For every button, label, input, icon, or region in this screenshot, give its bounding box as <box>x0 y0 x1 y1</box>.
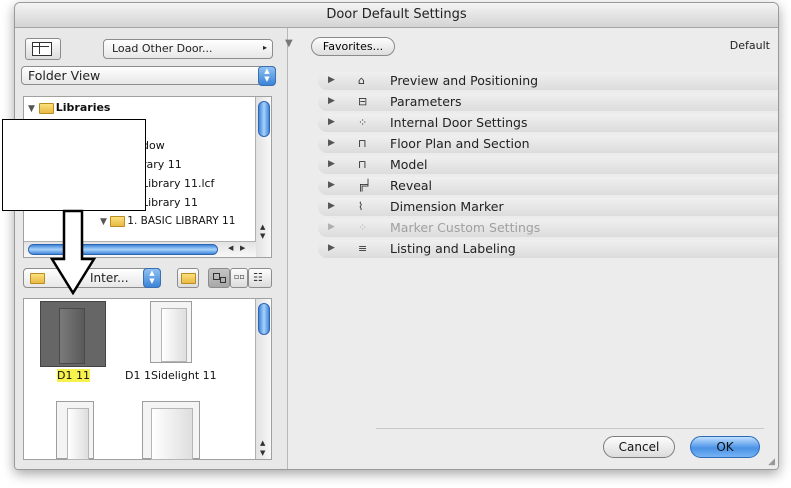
view-mode-select[interactable]: Folder View ▲ ▼ <box>21 66 276 86</box>
collapse-arrow-icon[interactable]: ▼ <box>285 38 293 49</box>
annotation-box <box>2 119 146 211</box>
section-marker-custom-settings: ▶ ⁘ Marker Custom Settings <box>318 219 778 237</box>
floor-plan-icon: ⊓ <box>358 137 367 150</box>
door-thumbnail[interactable] <box>56 401 94 460</box>
tree-item-label: 1. BASIC LIBRARY 11 <box>127 215 236 227</box>
disclosure-closed-icon: ▶ <box>328 222 335 232</box>
settings-panel: ▼ Favorites... Default ▶ ⌂ Preview and P… <box>285 28 778 469</box>
disclosure-closed-icon: ▶ <box>328 117 335 127</box>
tree-item-libraries[interactable]: ▼ Libraries <box>28 101 110 114</box>
section-internal-door-settings[interactable]: ▶ ⁘ Internal Door Settings <box>318 114 778 132</box>
tree-item[interactable]: Library 11.lcf <box>142 177 214 190</box>
door-thumbnail <box>40 301 106 367</box>
section-listing-labeling[interactable]: ▶ ≡ Listing and Labeling <box>318 240 778 258</box>
stepper-arrows-icon: ▲ ▼ <box>258 66 276 86</box>
door-objects-pane[interactable]: D1 11 D1 1Sidelight 11 ▲ ▼ <box>23 298 272 460</box>
section-label: Dimension Marker <box>390 199 504 214</box>
scroll-thumb[interactable] <box>258 303 270 335</box>
reveal-icon: ╔╛ <box>358 179 372 192</box>
enclosing-folder-button[interactable] <box>177 268 199 288</box>
section-label: Internal Door Settings <box>390 115 528 130</box>
scroll-left-arrow-icon[interactable]: ◀ <box>228 244 233 252</box>
disclosure-open-icon: ▼ <box>28 104 35 114</box>
section-label: Parameters <box>390 94 462 109</box>
disclosure-closed-icon: ▶ <box>328 138 335 148</box>
separator <box>376 428 764 429</box>
disclosure-closed-icon: ▶ <box>328 201 335 211</box>
list-view-button[interactable]: ☷ <box>248 268 272 288</box>
disclosure-open-icon: ▼ <box>100 217 107 227</box>
internal-settings-icon: ⁘ <box>358 116 368 129</box>
tree-item-label: Library 11 <box>142 196 198 209</box>
scroll-right-arrow-icon[interactable]: ▶ <box>240 244 245 252</box>
table-view-icon <box>32 42 52 56</box>
view-mode-label: Folder View <box>28 68 101 83</box>
scroll-up-arrow-icon[interactable]: ▲ <box>260 439 265 447</box>
resize-grip-icon[interactable]: ◢ <box>768 457 775 467</box>
parameters-icon: ⊟ <box>358 95 368 108</box>
section-label: Floor Plan and Section <box>390 136 530 151</box>
scroll-up-arrow-icon[interactable]: ▲ <box>260 223 265 231</box>
section-label: Preview and Positioning <box>390 73 539 88</box>
door-item-label: D1 11 <box>57 369 90 382</box>
disclosure-closed-icon: ▶ <box>328 96 335 106</box>
section-label: Model <box>390 157 428 172</box>
window-title: Door Default Settings <box>15 3 778 28</box>
listing-icon: ≡ <box>358 242 368 255</box>
objects-vertical-scrollbar[interactable]: ▲ ▼ <box>255 299 271 459</box>
section-reveal[interactable]: ▶ ╔╛ Reveal <box>318 177 778 195</box>
door-thumbnail <box>150 301 192 363</box>
disclosure-closed-icon: ▶ <box>328 243 335 253</box>
folder-icon <box>110 215 126 227</box>
ok-button[interactable]: OK <box>690 436 760 458</box>
small-icons-icon: ▫▫ <box>234 272 245 281</box>
load-other-door-label: Load Other Door... <box>112 42 213 55</box>
scroll-thumb[interactable] <box>258 101 270 137</box>
popup-arrow-icon: ▸ <box>262 43 267 52</box>
default-label: Default <box>729 39 770 52</box>
small-icons-view-button[interactable]: ▫▫ <box>230 268 248 288</box>
section-parameters[interactable]: ▶ ⊟ Parameters <box>318 93 778 111</box>
section-label: Marker Custom Settings <box>390 220 541 235</box>
tree-item[interactable]: rary 11 <box>142 158 182 171</box>
tree-vertical-scrollbar[interactable]: ▲ ▼ <box>255 97 271 257</box>
preview-icon: ⌂ <box>358 74 365 87</box>
tree-item-label: Libraries <box>55 101 111 114</box>
stepper-arrows-icon: ▲ ▼ <box>143 268 161 288</box>
scroll-down-arrow-icon[interactable]: ▼ <box>260 449 265 457</box>
favorites-button[interactable]: Favorites... <box>311 37 395 56</box>
section-preview-positioning[interactable]: ▶ ⌂ Preview and Positioning <box>318 72 778 90</box>
preview-mode-button[interactable] <box>25 38 61 60</box>
tree-item[interactable]: Library 11 <box>142 196 198 209</box>
marker-custom-icon: ⁘ <box>358 221 368 234</box>
folder-up-icon <box>181 273 196 284</box>
disclosure-closed-icon: ▶ <box>328 180 335 190</box>
tree-item-basic-library[interactable]: ▼ 1. BASIC LIBRARY 11 <box>100 215 235 227</box>
dimension-marker-icon: ⌇ <box>358 200 364 213</box>
annotation-down-arrow-icon <box>50 209 96 295</box>
folder-icon <box>38 102 54 114</box>
large-icons-view-button[interactable] <box>208 268 230 288</box>
large-icons-icon <box>213 273 220 280</box>
door-thumbnail[interactable] <box>142 401 200 460</box>
tree-item-label: rary 11 <box>142 158 182 171</box>
section-label: Reveal <box>390 178 433 193</box>
disclosure-closed-icon: ▶ <box>328 75 335 85</box>
section-model[interactable]: ▶ ⊓ Model <box>318 156 778 174</box>
disclosure-closed-icon: ▶ <box>328 159 335 169</box>
cancel-button[interactable]: Cancel <box>603 436 675 458</box>
list-view-icon: ☷ <box>253 271 263 284</box>
scroll-down-arrow-icon[interactable]: ▼ <box>260 232 265 240</box>
door-item-label: D1 1Sidelight 11 <box>125 369 217 382</box>
load-other-door-button[interactable]: Load Other Door... ▸ <box>103 39 273 59</box>
tree-item-label: Library 11.lcf <box>142 177 215 190</box>
section-floor-plan[interactable]: ▶ ⊓ Floor Plan and Section <box>318 135 778 153</box>
model-icon: ⊓ <box>358 158 367 171</box>
folder-icon <box>30 273 45 284</box>
door-default-settings-dialog: Door Default Settings Load Other Door...… <box>14 2 779 470</box>
section-label: Listing and Labeling <box>390 241 516 256</box>
section-dimension-marker[interactable]: ▶ ⌇ Dimension Marker <box>318 198 778 216</box>
